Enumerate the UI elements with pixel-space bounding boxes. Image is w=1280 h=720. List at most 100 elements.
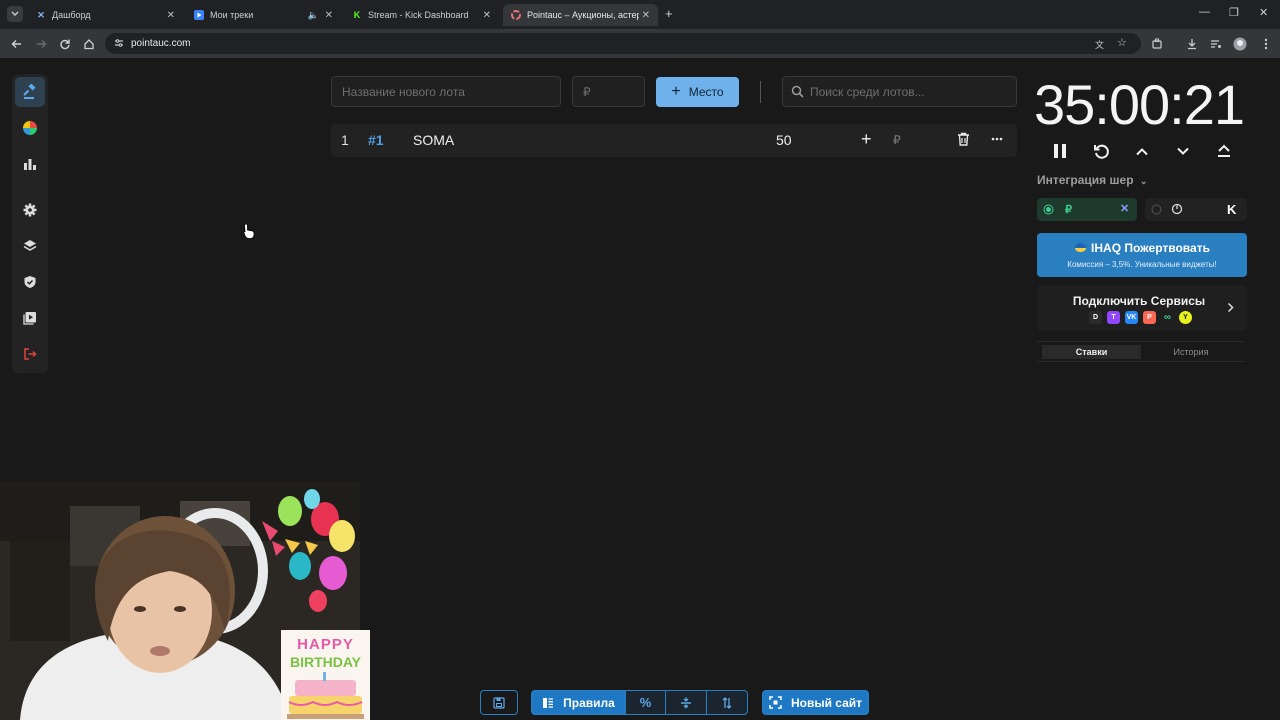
new-site-button[interactable]: Новый сайт: [762, 690, 869, 715]
sidebar-item-settings[interactable]: [15, 195, 45, 225]
profile-avatar[interactable]: [1233, 37, 1247, 51]
reset-timer-icon[interactable]: [1092, 142, 1110, 160]
auction-timer: 35:00:21: [1034, 73, 1245, 136]
tab-search-menu-button[interactable]: [7, 6, 23, 22]
tab-dashboard[interactable]: ✕ Дашборд ✕: [28, 4, 183, 26]
reload-icon[interactable]: [58, 37, 72, 51]
sort-icon: [722, 696, 732, 709]
vk-icon: VK: [1125, 311, 1138, 324]
browser-tab-bar: ✕ Дашборд ✕ Мои треки 🔈 ✕ K Stream - Kic…: [0, 0, 1280, 29]
trash-icon[interactable]: [957, 132, 970, 146]
close-icon[interactable]: ✕: [483, 10, 491, 21]
video-icon: [23, 312, 36, 325]
donate-button[interactable]: IHAQ Пожертвовать Комиссия – 3,5%. Уника…: [1037, 233, 1247, 277]
status-dot-icon: [1151, 204, 1162, 215]
tab-kick-dashboard[interactable]: K Stream - Kick Dashboard ✕: [344, 4, 499, 26]
kick-icon: K: [353, 10, 361, 20]
pause-icon[interactable]: [1051, 142, 1069, 160]
tab-bids[interactable]: Ставки: [1042, 345, 1141, 359]
sidebar-item-stats[interactable]: [15, 149, 45, 179]
close-icon[interactable]: ✕: [642, 10, 650, 21]
lot-amount-input[interactable]: [572, 76, 645, 107]
save-button[interactable]: [480, 690, 518, 715]
rules-label: Правила: [563, 695, 615, 710]
birthday-text-birthday: BIRTHDAY: [289, 654, 362, 670]
tab-pointauc[interactable]: Pointauc – Аукционы, астерео ✕: [503, 4, 658, 26]
lot-name-input[interactable]: [331, 76, 561, 107]
extensions-icon[interactable]: [1150, 37, 1164, 51]
search-icon: [791, 85, 804, 98]
yellow-service-icon: Y: [1179, 311, 1192, 324]
integration-card-kick[interactable]: K: [1145, 198, 1247, 221]
kebab-menu-icon[interactable]: [1259, 37, 1273, 51]
forward-arrow-icon[interactable]: [34, 37, 48, 51]
translate-icon[interactable]: 文: [1095, 38, 1104, 51]
donate-subtitle: Комиссия – 3,5%. Уникальные виджеты!: [1067, 260, 1217, 269]
split-icon: [681, 697, 691, 708]
double-chevron-up-icon[interactable]: [1215, 142, 1233, 160]
percent-button[interactable]: %: [625, 690, 666, 715]
minimize-icon[interactable]: —: [1199, 6, 1210, 18]
split-button[interactable]: [665, 690, 707, 715]
new-tab-button[interactable]: +: [665, 6, 673, 21]
sidebar-item-layers[interactable]: [15, 231, 45, 261]
sidebar-item-wheel[interactable]: [15, 113, 45, 143]
sidebar-item-security[interactable]: [15, 267, 45, 297]
lot-search-input[interactable]: [782, 76, 1017, 107]
ukraine-flag-icon: [1074, 242, 1087, 253]
chevron-down-icon[interactable]: [1174, 142, 1192, 160]
add-amount-plus-icon[interactable]: +: [861, 129, 872, 150]
back-arrow-icon[interactable]: [10, 37, 24, 51]
divider: [760, 81, 761, 103]
sidebar-item-logout[interactable]: [15, 339, 45, 369]
tab-label: Pointauc – Аукционы, астерео: [527, 10, 639, 20]
bookmark-star-icon[interactable]: ☆: [1117, 36, 1127, 49]
media-control-icon[interactable]: [1209, 37, 1223, 51]
integration-card-donation[interactable]: ₽ ✕: [1037, 198, 1137, 221]
bids-history-tabs: Ставки История: [1037, 341, 1245, 362]
new-site-label: Новый сайт: [790, 695, 863, 710]
wheel-icon: [23, 121, 37, 135]
rules-button[interactable]: Правила: [531, 690, 626, 715]
donate-title: IHAQ Пожертвовать: [1037, 241, 1247, 255]
maximize-icon[interactable]: ❐: [1229, 6, 1239, 19]
sort-button[interactable]: [706, 690, 748, 715]
add-place-button[interactable]: + Место: [656, 77, 739, 107]
x-brand-icon: ✕: [37, 9, 45, 20]
cake-icon: [287, 672, 364, 719]
birthday-text-happy: HAPPY: [297, 636, 354, 653]
close-icon[interactable]: ✕: [167, 10, 175, 21]
close-icon[interactable]: ✕: [325, 10, 333, 21]
play-icon: [194, 10, 204, 20]
chevron-up-icon[interactable]: [1133, 142, 1151, 160]
integration-dropdown[interactable]: Интеграция шер ⌄: [1037, 173, 1147, 187]
logout-icon: [24, 348, 37, 360]
lot-name-field[interactable]: [332, 77, 560, 106]
close-window-icon[interactable]: ✕: [1259, 6, 1268, 19]
tab-my-tracks[interactable]: Мои треки 🔈 ✕: [186, 4, 341, 26]
new-site-icon: [769, 696, 782, 709]
kick-icon: K: [1227, 202, 1237, 217]
site-info-icon[interactable]: [114, 38, 124, 48]
tab-label: Stream - Kick Dashboard: [368, 10, 469, 20]
more-options-icon[interactable]: [991, 137, 1003, 141]
x-brand-icon: ✕: [1120, 203, 1130, 215]
connect-services-title: Подключить Сервисы: [1072, 294, 1206, 308]
sidebar-item-video[interactable]: [15, 303, 45, 333]
pointauc-app: + Место 1 #1 SOMA 50 + ₽ 35:00:21: [0, 58, 1280, 720]
sidebar-item-auction[interactable]: [15, 77, 45, 107]
tab-history[interactable]: История: [1141, 345, 1241, 359]
lot-amount-field[interactable]: [573, 77, 644, 106]
address-input[interactable]: pointauc.com 文 ☆: [105, 33, 1141, 54]
lot-currency[interactable]: ₽: [893, 133, 901, 147]
lot-id: #1: [368, 132, 384, 148]
connect-services-card[interactable]: Подключить Сервисы D T VK P ∞ Y: [1037, 285, 1247, 331]
lot-index: 1: [341, 132, 349, 148]
lot-row: 1 #1 SOMA 50 + ₽: [331, 124, 1017, 157]
home-icon[interactable]: [82, 37, 96, 51]
url-text: pointauc.com: [131, 38, 191, 49]
lot-search-field[interactable]: [783, 77, 1016, 106]
download-icon[interactable]: [1185, 37, 1199, 51]
status-dot-icon: [1043, 204, 1054, 215]
speaker-icon[interactable]: 🔈: [308, 10, 319, 21]
